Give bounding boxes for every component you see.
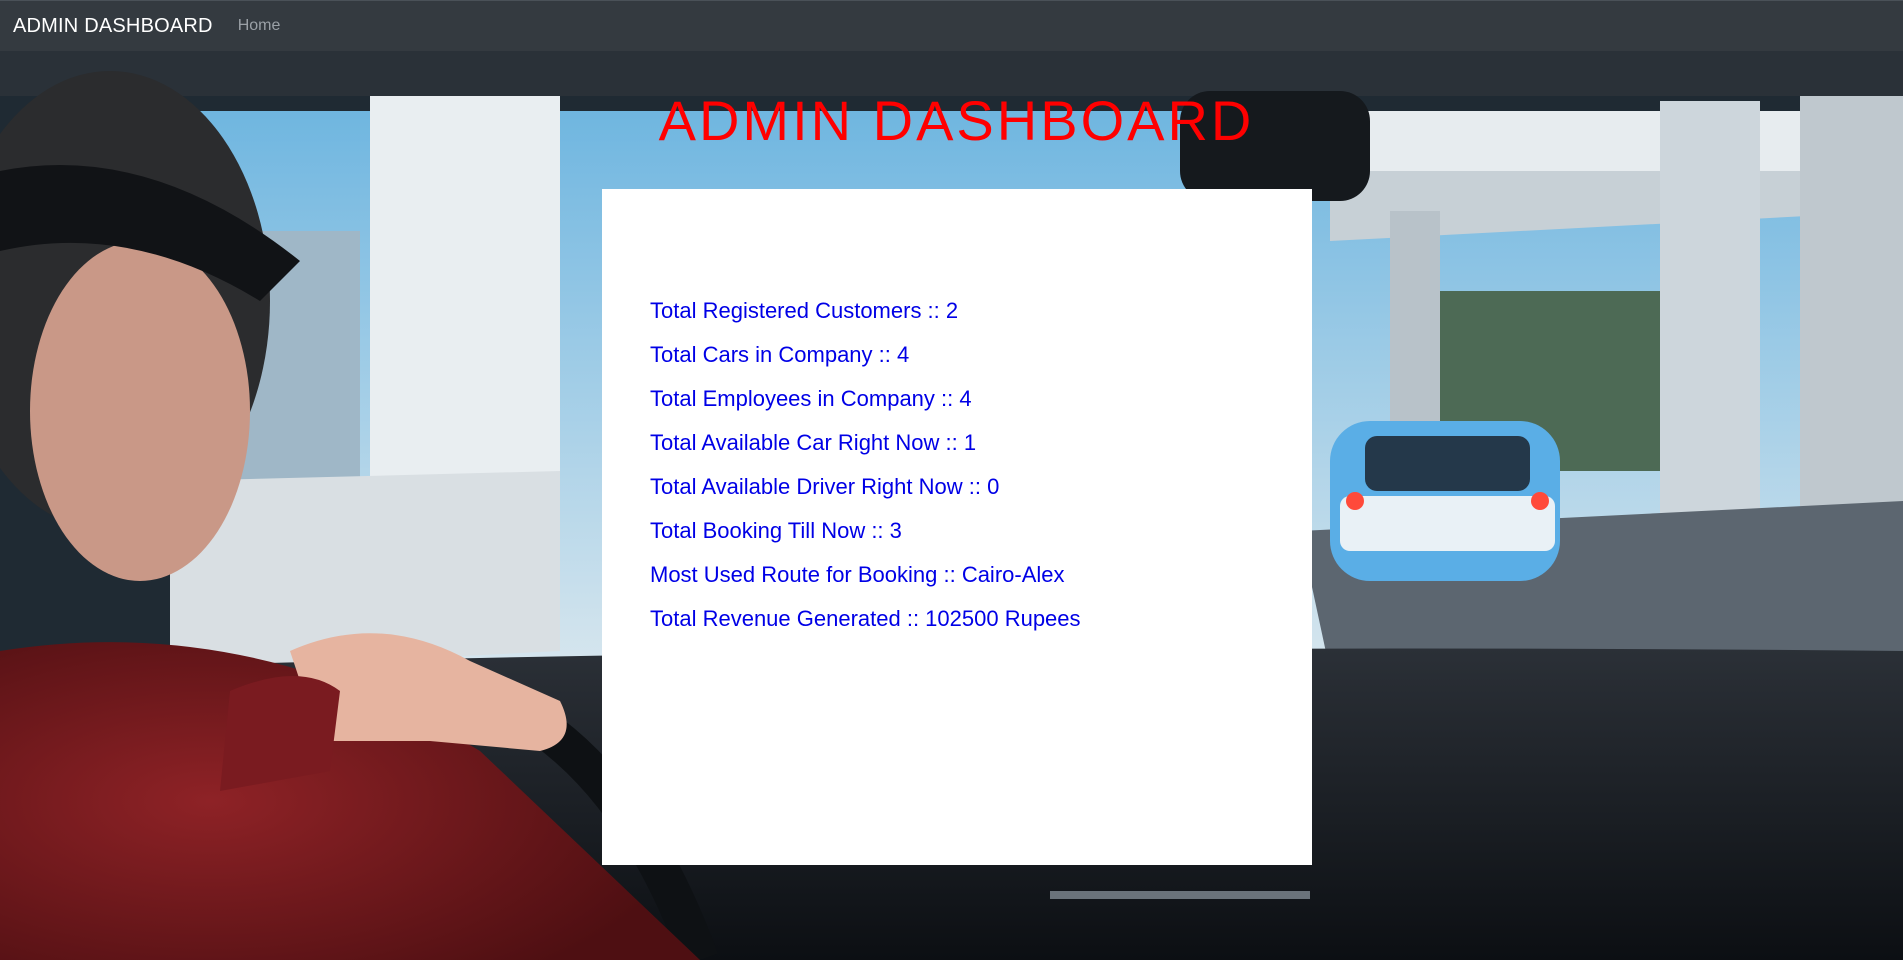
stat-total-bookings: Total Booking Till Now :: 3 <box>650 518 902 543</box>
stat-available-drivers: Total Available Driver Right Now :: 0 <box>650 474 1000 499</box>
stat-available-cars: Total Available Car Right Now :: 1 <box>650 430 977 455</box>
stats-list: Total Registered Customers :: 2 Total Ca… <box>650 298 1081 650</box>
page-title: ADMIN DASHBOARD <box>658 89 1255 152</box>
stat-registered-customers: Total Registered Customers :: 2 <box>650 298 959 323</box>
stat-employees-in-company: Total Employees in Company :: 4 <box>650 386 972 411</box>
top-navbar: ADMIN DASHBOARD Home <box>0 0 1903 51</box>
stat-cars-in-company: Total Cars in Company :: 4 <box>650 342 910 367</box>
nav-link-home[interactable]: Home <box>238 17 281 35</box>
stat-most-used-route: Most Used Route for Booking :: Cairo-Ale… <box>650 562 1065 587</box>
navbar-brand[interactable]: ADMIN DASHBOARD <box>13 15 213 38</box>
stats-card: Total Registered Customers :: 2 Total Ca… <box>602 189 1312 865</box>
stat-total-revenue: Total Revenue Generated :: 102500 Rupees <box>650 606 1081 631</box>
